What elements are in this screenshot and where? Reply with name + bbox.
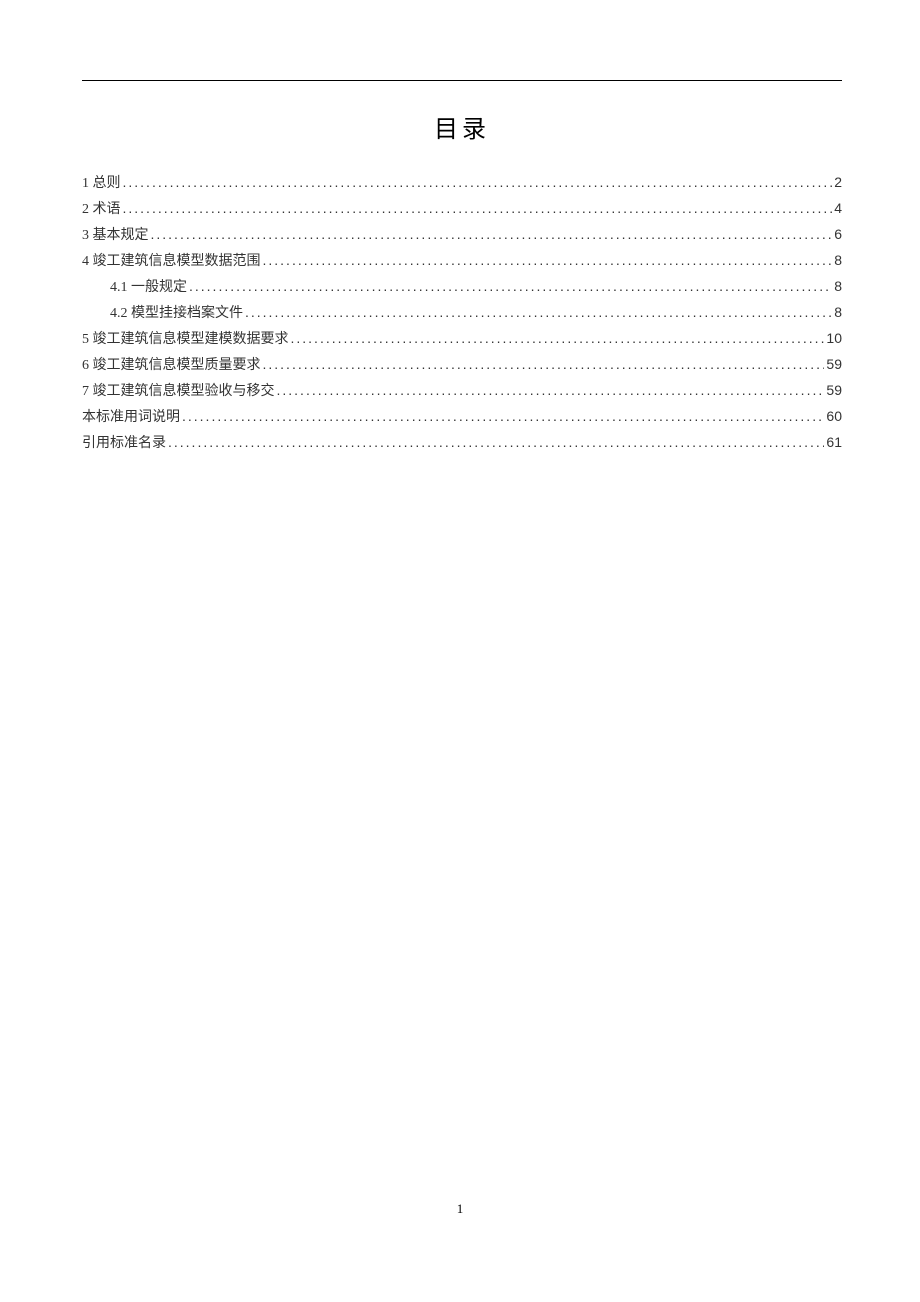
toc-entry-page: 4 (832, 196, 842, 220)
toc-leader-dots (263, 248, 833, 272)
toc-entry-page: 8 (832, 248, 842, 272)
toc-leader-dots (263, 352, 825, 376)
toc-entry-label: 3 基本规定 (82, 224, 151, 248)
toc-entry-page: 6 (832, 222, 842, 246)
toc-list: 1 总则22 术语43 基本规定64 竣工建筑信息模型数据范围84.1 一般规定… (82, 170, 842, 456)
toc-entry-label: 6 竣工建筑信息模型质量要求 (82, 354, 263, 378)
toc-entry-page: 60 (824, 404, 842, 428)
toc-entry-label: 4.1 一般规定 (110, 276, 189, 300)
toc-entry[interactable]: 4.1 一般规定 8 (82, 274, 842, 300)
toc-title: 目录 (82, 109, 842, 144)
toc-entry-page: 8 (832, 274, 842, 298)
toc-entry-page: 59 (824, 378, 842, 402)
toc-entry[interactable]: 引用标准名录 61 (82, 430, 842, 456)
header-rule (82, 80, 842, 81)
toc-entry[interactable]: 7 竣工建筑信息模型验收与移交 59 (82, 378, 842, 404)
toc-entry[interactable]: 4.2 模型挂接档案文件 8 (82, 300, 842, 326)
toc-leader-dots (168, 430, 824, 454)
page-number: 1 (0, 1201, 920, 1217)
toc-entry[interactable]: 6 竣工建筑信息模型质量要求 59 (82, 352, 842, 378)
toc-entry-label: 本标准用词说明 (82, 406, 182, 430)
toc-entry-label: 4.2 模型挂接档案文件 (110, 302, 245, 326)
toc-leader-dots (123, 196, 833, 220)
toc-entry[interactable]: 5 竣工建筑信息模型建模数据要求 10 (82, 326, 842, 352)
toc-entry-label: 1 总则 (82, 172, 123, 196)
toc-entry[interactable]: 本标准用词说明 60 (82, 404, 842, 430)
toc-entry-page: 2 (832, 170, 842, 194)
toc-entry[interactable]: 2 术语 4 (82, 196, 842, 222)
toc-entry-label: 2 术语 (82, 198, 123, 222)
toc-entry[interactable]: 3 基本规定 6 (82, 222, 842, 248)
toc-leader-dots (189, 274, 832, 298)
toc-entry-page: 59 (824, 352, 842, 376)
toc-entry-label: 引用标准名录 (82, 432, 168, 456)
toc-entry[interactable]: 4 竣工建筑信息模型数据范围 8 (82, 248, 842, 274)
toc-leader-dots (277, 378, 825, 402)
toc-leader-dots (151, 222, 833, 246)
toc-entry-label: 4 竣工建筑信息模型数据范围 (82, 250, 263, 274)
toc-leader-dots (182, 404, 824, 428)
toc-leader-dots (123, 170, 833, 194)
toc-entry[interactable]: 1 总则 2 (82, 170, 842, 196)
toc-leader-dots (291, 326, 825, 350)
toc-entry-label: 7 竣工建筑信息模型验收与移交 (82, 380, 277, 404)
toc-entry-page: 8 (832, 300, 842, 324)
toc-entry-page: 10 (824, 326, 842, 350)
toc-entry-label: 5 竣工建筑信息模型建模数据要求 (82, 328, 291, 352)
page-content: 目录 1 总则22 术语43 基本规定64 竣工建筑信息模型数据范围84.1 一… (0, 0, 920, 456)
toc-leader-dots (245, 300, 832, 324)
toc-entry-page: 61 (824, 430, 842, 454)
